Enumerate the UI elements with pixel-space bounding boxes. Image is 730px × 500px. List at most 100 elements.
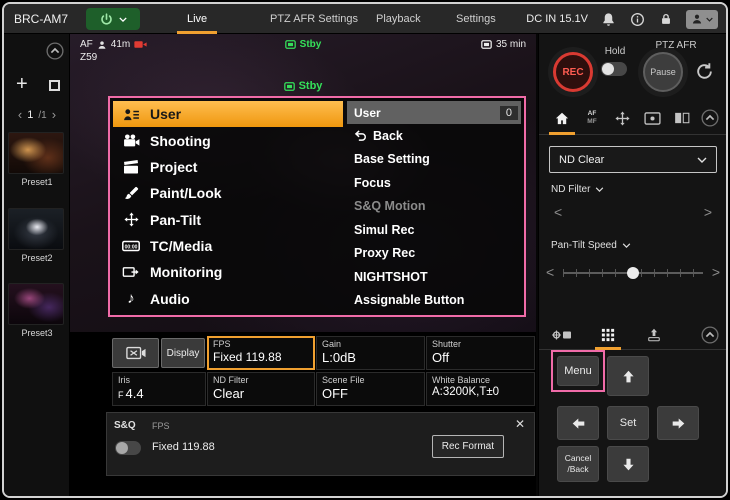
menu-category-shooting[interactable]: Shooting — [113, 127, 343, 153]
panel-collapse-button[interactable] — [701, 326, 719, 344]
afr-restart-button[interactable] — [695, 62, 715, 82]
submenu-item-base-setting[interactable]: Base Setting — [347, 148, 521, 172]
tab-ptz-afr-settings[interactable]: PTZ AFR Settings — [270, 4, 358, 34]
page-next-button[interactable]: › — [52, 108, 56, 122]
tab-ptz-trace[interactable] — [547, 320, 577, 349]
menu-category-pan-tilt[interactable]: Pan-Tilt — [113, 207, 343, 233]
menu-category-paint-look[interactable]: Paint/Look — [113, 180, 343, 206]
sidebar-collapse-button[interactable] — [46, 42, 64, 60]
tab-home[interactable] — [547, 102, 577, 134]
power-button[interactable] — [86, 8, 140, 30]
page-total: /1 — [38, 110, 46, 121]
nd-filter-cell[interactable]: ND Filter Clear — [207, 372, 315, 406]
submenu-item-simul-rec[interactable]: Simul Rec — [347, 218, 521, 242]
nd-select[interactable]: ND Clear — [549, 146, 717, 173]
scene-file-cell[interactable]: Scene File OFF — [316, 372, 425, 406]
slider-track — [563, 260, 703, 286]
set-button[interactable]: Set — [607, 406, 649, 440]
slider-knob[interactable] — [627, 267, 639, 279]
submenu-item-proxy-rec[interactable]: Proxy Rec — [347, 242, 521, 266]
white-balance-cell[interactable]: White Balance A:3200K,T±0 — [426, 372, 535, 406]
sq-toggle[interactable] — [115, 441, 141, 455]
rec-button[interactable]: REC — [553, 52, 593, 92]
chevron-up-circle-icon — [46, 42, 64, 60]
notifications-button[interactable] — [599, 10, 617, 28]
title-bar: BRC-AM7 Live PTZ AFR Settings Playback S… — [4, 4, 726, 34]
ui-lock-button[interactable] — [657, 10, 675, 28]
submenu-item-nightshot[interactable]: NIGHTSHOT — [347, 265, 521, 289]
display-button[interactable]: Display — [161, 338, 205, 368]
control-tabs-bottom — [539, 320, 727, 350]
menu-button[interactable]: Menu — [557, 356, 599, 386]
arrow-up-icon — [621, 369, 636, 384]
pan-tilt-speed-slider: < > — [539, 260, 727, 286]
tab-split-view[interactable] — [667, 102, 697, 134]
nd-prev-button[interactable]: < — [554, 204, 562, 220]
up-button[interactable] — [607, 356, 649, 396]
framing-icon — [644, 112, 661, 125]
tally-status: Stby — [70, 80, 536, 92]
tab-settings[interactable]: Settings — [456, 4, 496, 34]
account-button[interactable] — [686, 10, 718, 29]
preset-thumbnail[interactable] — [8, 208, 64, 250]
right-button[interactable] — [657, 406, 699, 440]
gain-cell[interactable]: Gain L:0dB — [316, 336, 425, 370]
hold-toggle[interactable] — [601, 62, 627, 76]
tab-preset-export[interactable] — [639, 320, 669, 349]
tab-live[interactable]: Live — [187, 4, 207, 34]
menu-category-tc-media[interactable]: 00:00 TC/Media — [113, 233, 343, 259]
submenu-panel: User 0 Back Base Setting Focus S&Q Motio… — [347, 101, 521, 312]
preset-thumbnail[interactable] — [8, 283, 64, 325]
menu-category-monitoring[interactable]: Monitoring — [113, 259, 343, 285]
rec-format-button[interactable]: Rec Format — [432, 435, 504, 458]
submenu-item-focus[interactable]: Focus — [347, 171, 521, 195]
camera-icon — [121, 134, 141, 147]
tab-menu-control[interactable] — [593, 320, 623, 349]
svg-text:00:00: 00:00 — [125, 245, 138, 251]
close-icon[interactable]: ✕ — [515, 417, 525, 431]
preset-label: Preset3 — [8, 328, 66, 338]
menu-category-audio[interactable]: ♪ Audio — [113, 286, 343, 312]
down-button[interactable] — [607, 446, 649, 482]
iris-cell[interactable]: Iris F4.4 — [112, 372, 206, 406]
paintbrush-icon — [121, 186, 141, 201]
tab-playback[interactable]: Playback — [376, 4, 421, 34]
submenu-item-assignable-button[interactable]: Assignable Button — [347, 289, 521, 313]
monitor-toggle-button[interactable] — [112, 338, 159, 368]
fps-cell[interactable]: FPS Fixed 119.88 — [207, 336, 315, 370]
left-button[interactable] — [557, 406, 599, 440]
nd-filter-section-label[interactable]: ND Filter — [551, 184, 604, 195]
camera-viewport[interactable]: AF 41m Z59 Stby 35 min Stby — [70, 34, 536, 332]
page-prev-button[interactable]: ‹ — [18, 108, 22, 122]
af-mf-icon: AFMF — [587, 111, 596, 125]
shutter-cell[interactable]: Shutter Off — [426, 336, 535, 370]
stop-button[interactable] — [49, 80, 60, 91]
pause-button[interactable]: Pause — [643, 52, 683, 92]
tab-af-mf[interactable]: AFMF — [577, 102, 607, 134]
chevron-up-circle-icon — [701, 109, 719, 127]
user-icon — [691, 13, 703, 25]
zoom-position: Z59 — [80, 52, 147, 63]
ptz-trace-icon — [552, 328, 572, 342]
page-current: 1 — [27, 109, 33, 121]
home-icon — [554, 111, 570, 126]
info-button[interactable] — [628, 10, 646, 28]
nd-next-button[interactable]: > — [704, 204, 712, 220]
preset-item: Preset3 — [8, 283, 66, 338]
submenu-item-back[interactable]: Back — [347, 124, 521, 148]
tab-pan-tilt[interactable] — [607, 102, 637, 134]
speed-increase-button[interactable]: > — [712, 264, 720, 280]
titlebar-status-cluster: DC IN 15.1V — [526, 4, 718, 34]
menu-category-user[interactable]: User — [113, 101, 343, 127]
add-preset-button[interactable]: + — [16, 74, 28, 94]
preset-item: Preset1 — [8, 132, 66, 187]
cancel-back-button[interactable]: Cancel /Back — [557, 446, 599, 482]
menu-category-project[interactable]: Project — [113, 154, 343, 180]
panel-collapse-button[interactable] — [701, 109, 719, 127]
camera-menu: User Shooting Project Paint/Look — [108, 96, 526, 317]
preset-label: Preset1 — [8, 177, 66, 187]
preset-thumbnail[interactable] — [8, 132, 64, 174]
speed-decrease-button[interactable]: < — [546, 264, 554, 280]
tab-framing[interactable] — [637, 102, 667, 134]
pan-tilt-speed-section-label[interactable]: Pan-Tilt Speed — [551, 240, 631, 251]
